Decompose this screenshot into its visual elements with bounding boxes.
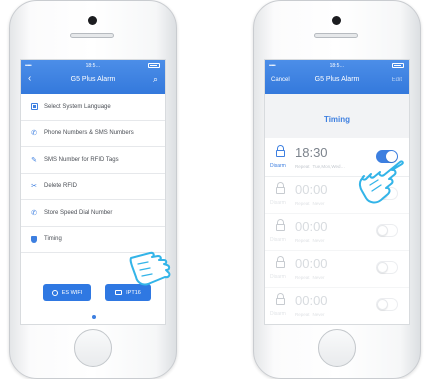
camera-icon <box>115 290 123 295</box>
battery-icon <box>392 63 404 68</box>
timer-toggle[interactable] <box>376 224 398 237</box>
page-title: Timing <box>323 115 351 124</box>
language-icon <box>29 102 39 111</box>
phone-left: ••••• 18:5… ‹ G5 Plus Alarm ⌕ Select Sys… <box>9 0 177 379</box>
timer-repeat: Repeat Never <box>295 312 325 317</box>
timer-row[interactable]: Disarm 00:00 Repeat Never <box>265 251 409 288</box>
delete-rfid-icon: ✂ <box>31 183 37 191</box>
timer-mode: Disarm <box>270 200 286 206</box>
timer-repeat: Repeat Never <box>295 238 325 243</box>
status-time: 18:5… <box>329 63 345 69</box>
timing-icon <box>29 235 39 244</box>
menu-item-speed-dial[interactable]: ✆ Store Speed Dial Number <box>21 200 165 227</box>
timer-time: 00:00 <box>295 182 328 197</box>
timer-toggle[interactable] <box>376 261 398 274</box>
repeat-label: Repeat <box>295 275 310 280</box>
pointing-hand-icon <box>358 160 404 204</box>
lock-icon <box>276 182 285 194</box>
repeat-label: Repeat <box>295 201 310 206</box>
menu-item-sms-rfid[interactable]: ✎ SMS Number for RFID Tags <box>21 147 165 174</box>
repeat-value: Never <box>312 238 325 243</box>
lock-icon <box>276 256 285 268</box>
lock-icon <box>276 293 285 305</box>
nav-title: G5 Plus Alarm <box>70 76 116 83</box>
repeat-label: Repeat <box>295 238 310 243</box>
home-button[interactable] <box>318 329 356 367</box>
menu-item-delete-rfid[interactable]: ✂ Delete RFID <box>21 174 165 200</box>
speed-dial-icon: ✆ <box>31 209 37 217</box>
repeat-value: Never <box>312 312 325 317</box>
status-bar: ••••• 18:5… <box>21 61 165 71</box>
timer-mode: Disarm <box>270 237 286 243</box>
menu-item-language[interactable]: Select System Language <box>21 94 165 121</box>
status-bar: ••••• 18:5… <box>265 61 409 71</box>
phone-icon: ✆ <box>31 130 37 138</box>
menu-item-label: Timing <box>44 236 62 243</box>
timer-row[interactable]: Disarm 00:00 Repeat Never <box>265 288 409 324</box>
timer-time: 00:00 <box>295 256 328 271</box>
timer-time: 18:30 <box>295 145 328 160</box>
ipt-camera-label: IPT16 <box>126 289 141 296</box>
timer-time: 00:00 <box>295 219 328 234</box>
home-button[interactable] <box>74 329 112 367</box>
menu-item-label: Delete RFID <box>44 183 78 190</box>
battery-icon <box>148 63 160 68</box>
menu-item-label: Phone Numbers & SMS Numbers <box>44 130 134 137</box>
timer-row[interactable]: Disarm 00:00 Repeat Never <box>265 214 409 251</box>
timer-repeat: Repeat Tue,Mon,Wed… <box>295 164 345 169</box>
repeat-value: Never <box>312 201 325 206</box>
menu-item-label: SMS Number for RFID Tags <box>44 156 119 163</box>
earpiece-speaker <box>70 33 114 38</box>
earpiece-speaker <box>314 33 358 38</box>
nav-bar: ••••• 18:5… ‹ G5 Plus Alarm ⌕ <box>21 60 165 94</box>
es-wifi-label: ES WIFI <box>61 289 83 296</box>
timing-header: Timing <box>265 94 409 138</box>
timer-mode: Disarm <box>270 274 286 280</box>
edit-button[interactable]: Edit <box>392 77 402 83</box>
es-wifi-button[interactable]: ES WIFI <box>43 284 91 301</box>
timer-mode: Disarm <box>270 163 286 169</box>
search-icon[interactable]: ⌕ <box>153 74 158 84</box>
wifi-icon <box>51 289 58 296</box>
repeat-value: Tue,Mon,Wed… <box>312 164 346 169</box>
repeat-label: Repeat <box>295 164 310 169</box>
status-time: 18:5… <box>85 63 101 69</box>
timer-time: 00:00 <box>295 293 328 308</box>
repeat-label: Repeat <box>295 312 310 317</box>
pointing-hand-icon <box>129 251 171 286</box>
settings-menu: Select System Language ✆ Phone Numbers &… <box>21 94 165 253</box>
timer-mode: Disarm <box>270 311 286 317</box>
lock-icon <box>276 219 285 231</box>
rfid-icon: ✎ <box>31 156 37 164</box>
menu-item-phone-numbers[interactable]: ✆ Phone Numbers & SMS Numbers <box>21 121 165 147</box>
front-camera <box>88 16 97 25</box>
front-camera <box>332 16 341 25</box>
nav-bar: ••••• 18:5… Cancel G5 Plus Alarm Edit <box>265 60 409 94</box>
lock-icon <box>276 145 285 157</box>
timer-repeat: Repeat Never <box>295 201 325 206</box>
nav-title: G5 Plus Alarm <box>314 76 360 83</box>
timer-repeat: Repeat Never <box>295 275 325 280</box>
timer-toggle[interactable] <box>376 298 398 311</box>
menu-item-label: Select System Language <box>44 103 111 110</box>
menu-item-label: Store Speed Dial Number <box>44 209 113 216</box>
repeat-value: Never <box>312 275 325 280</box>
page-indicator <box>92 315 96 319</box>
